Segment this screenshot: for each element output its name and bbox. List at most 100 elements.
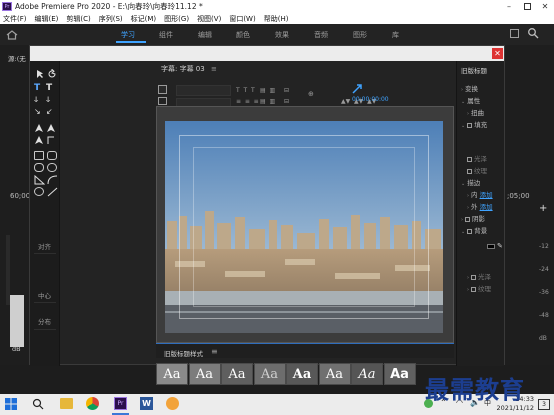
file-explorer-icon[interactable]: [60, 398, 73, 409]
word-icon[interactable]: W: [140, 397, 153, 410]
tab-stops-buttons[interactable]: ▤ ▥ ▤ ▥: [260, 85, 275, 107]
search-icon[interactable]: [32, 398, 44, 410]
menu-bar: 文件(F) 编辑(E) 剪辑(C) 序列(S) 标记(M) 图形(G) 视图(V…: [0, 13, 554, 24]
workspace-tab-editing[interactable]: 编辑: [198, 30, 212, 40]
roll-crawl-icon[interactable]: [158, 97, 167, 105]
premiere-taskbar-icon[interactable]: Pr: [114, 397, 127, 410]
workspace-tab-libraries[interactable]: 库: [392, 30, 399, 40]
line-tool-icon[interactable]: [47, 187, 58, 197]
style-swatch[interactable]: Aa: [221, 363, 253, 385]
center-buttons[interactable]: [34, 302, 56, 316]
workspace-tab-color[interactable]: 颜色: [236, 30, 250, 40]
menu-view[interactable]: 视图(V): [197, 14, 221, 24]
styles-menu-icon[interactable]: ≡: [211, 347, 218, 356]
style-swatch[interactable]: Aa: [188, 363, 221, 385]
menu-file[interactable]: 文件(F): [3, 14, 27, 24]
clipped-corner-tool-icon[interactable]: [34, 163, 44, 172]
style-swatch[interactable]: Aa: [318, 363, 351, 385]
workspace-tab-assembly[interactable]: 组件: [159, 30, 173, 40]
path-type-tool-icon[interactable]: ↘: [34, 107, 41, 116]
background-video-icon[interactable]: ⊕: [308, 90, 314, 98]
menu-window[interactable]: 窗口(W): [229, 14, 255, 24]
title-timecode[interactable]: 00:00:00:00: [352, 96, 389, 103]
pen-tool-icon[interactable]: [34, 123, 44, 133]
prop-properties[interactable]: ⌄ 属性: [461, 95, 480, 105]
prop-shadow[interactable]: › 阴影: [461, 213, 485, 223]
prop-inner-stroke[interactable]: › 内 添加: [467, 189, 493, 199]
prop-stroke[interactable]: ⌄ 描边: [461, 177, 480, 187]
style-swatch[interactable]: Aa: [253, 363, 286, 385]
distribute-buttons[interactable]: [34, 329, 56, 364]
text-format-buttons[interactable]: T T T ≡ ≡ ≡: [236, 85, 259, 107]
title-canvas[interactable]: [156, 106, 454, 343]
vertical-area-type-tool-icon[interactable]: ↆ: [46, 95, 50, 105]
new-title-icon[interactable]: [158, 85, 167, 94]
vertical-path-type-tool-icon[interactable]: ↙: [46, 107, 53, 116]
chrome-icon[interactable]: [86, 397, 99, 410]
delete-anchor-tool-icon[interactable]: [46, 123, 56, 133]
add-outer-stroke-link[interactable]: 添加: [480, 203, 493, 211]
vertical-type-tool-icon[interactable]: ↆ: [34, 95, 38, 105]
style-swatch[interactable]: Aa: [351, 363, 383, 385]
menu-graphics[interactable]: 图形(G): [164, 14, 189, 24]
menu-edit[interactable]: 编辑(E): [35, 14, 59, 24]
font-family-select[interactable]: [176, 85, 231, 96]
minimize-icon[interactable]: –: [500, 0, 518, 13]
eyedropper-icon[interactable]: ✎: [497, 242, 503, 250]
close-icon[interactable]: ✕: [536, 0, 554, 13]
area-type-tool-icon[interactable]: T: [46, 83, 52, 93]
rectangle-tool-icon[interactable]: [34, 151, 44, 160]
prop-texture[interactable]: 纹理: [467, 165, 487, 175]
type-tool-icon[interactable]: T: [34, 83, 40, 93]
home-icon[interactable]: [6, 29, 18, 40]
workspace-tab-learning[interactable]: 学习: [121, 30, 135, 40]
program-monitor-panel: ;05;00 + -12 -24 -36 -48 dB: [505, 45, 554, 365]
rounded-rectangle-tool-icon[interactable]: [47, 151, 57, 160]
background-color-swatch[interactable]: [487, 244, 495, 249]
windows-start-icon[interactable]: [4, 397, 18, 411]
workspace-tab-effects[interactable]: 效果: [275, 30, 289, 40]
wedge-tool-icon[interactable]: [34, 175, 45, 185]
style-swatch[interactable]: Aa: [156, 363, 188, 385]
align-buttons[interactable]: [34, 253, 56, 277]
search-icon[interactable]: [527, 27, 539, 39]
menu-sequence[interactable]: 序列(S): [99, 14, 123, 24]
menu-help[interactable]: 帮助(H): [264, 14, 289, 24]
title-styles-tab[interactable]: 旧版标题样式: [164, 348, 203, 358]
prop-fill[interactable]: ⌄ 填充: [461, 119, 487, 129]
prop-bg-sheen[interactable]: › 光泽: [467, 271, 491, 281]
prop-outer-stroke[interactable]: › 外 添加: [467, 201, 493, 211]
program-timecode: ;05;00: [507, 192, 530, 200]
ellipse-tool-icon[interactable]: [34, 187, 44, 196]
arc-tool-icon[interactable]: [47, 175, 58, 185]
workspace-tab-audio[interactable]: 音频: [314, 30, 328, 40]
add-anchor-tool-icon[interactable]: [34, 135, 44, 145]
panel-menu-icon[interactable]: ≡: [211, 65, 217, 73]
menu-markers[interactable]: 标记(M): [131, 14, 157, 24]
rounded-corner-tool-icon[interactable]: [47, 163, 57, 172]
maximize-frame-icon[interactable]: [510, 29, 519, 38]
prop-distort[interactable]: › 扭曲: [467, 107, 484, 117]
rotation-tool-icon[interactable]: [47, 69, 57, 79]
prop-bg-texture[interactable]: › 纹理: [467, 283, 491, 293]
convert-anchor-tool-icon[interactable]: [46, 135, 56, 145]
style-swatch[interactable]: Aa: [286, 363, 318, 385]
dialog-close-icon[interactable]: ✕: [492, 48, 503, 59]
add-inner-stroke-link[interactable]: 添加: [480, 191, 493, 199]
prop-transform[interactable]: › 变换: [461, 83, 478, 93]
selection-tool-icon[interactable]: [35, 69, 45, 79]
menu-clip[interactable]: 剪辑(C): [66, 14, 90, 24]
workspace-tab-graphics[interactable]: 图形: [353, 30, 367, 40]
notifications-icon[interactable]: 3: [538, 399, 550, 410]
legacy-title-properties-tab[interactable]: 旧版标题: [461, 65, 487, 75]
prop-sheen[interactable]: 光泽: [467, 153, 487, 163]
app-icon[interactable]: [166, 397, 179, 410]
style-swatch[interactable]: Aa: [383, 363, 416, 385]
align-text-buttons[interactable]: ⊟ ⊟: [284, 85, 289, 107]
add-button-icon[interactable]: +: [539, 203, 547, 214]
prop-background[interactable]: ⌄ 背景: [461, 225, 487, 235]
show-background-video-icon[interactable]: [352, 84, 362, 94]
premiere-app: Pr Adobe Premiere Pro 2020 - E:\向春玲\向春玲1…: [0, 0, 554, 415]
title-panel-tab[interactable]: 字幕: 字幕 03 ≡: [161, 64, 217, 74]
maximize-icon[interactable]: [518, 0, 536, 13]
